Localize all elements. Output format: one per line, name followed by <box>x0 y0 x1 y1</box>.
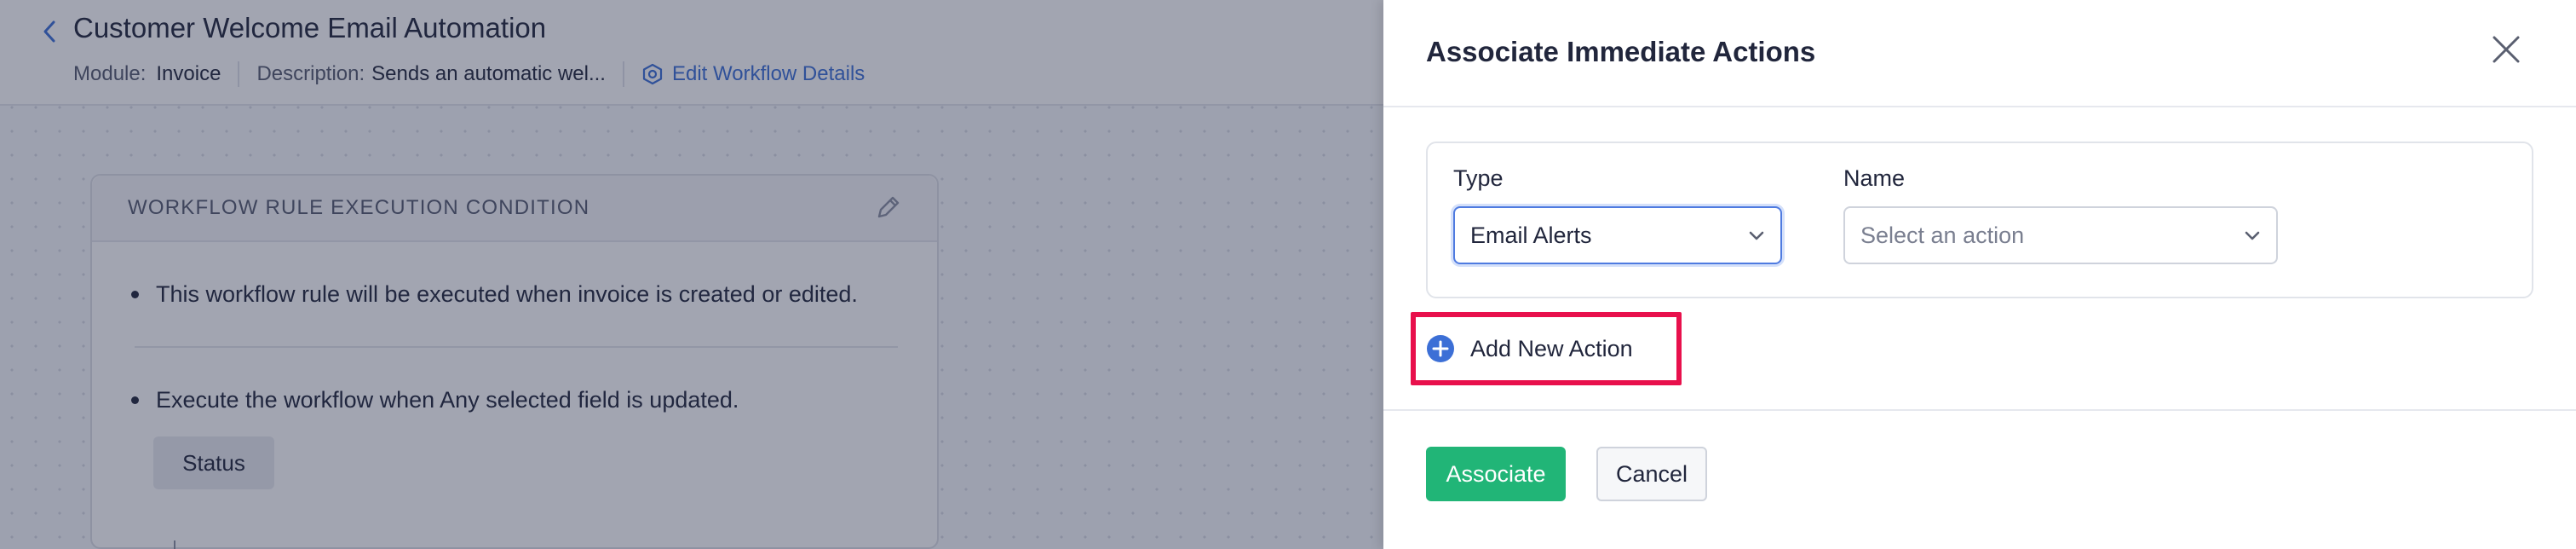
modal-backdrop[interactable] <box>0 0 1383 549</box>
plus-circle-icon <box>1427 335 1454 362</box>
name-select-placeholder: Select an action <box>1860 222 2025 248</box>
chevron-down-icon <box>2245 231 2260 240</box>
add-new-action-button[interactable]: Add New Action <box>1426 331 1633 367</box>
add-new-action-label: Add New Action <box>1470 335 1633 361</box>
associate-actions-panel: Associate Immediate Actions Type Email A… <box>1383 0 2576 549</box>
highlight-box: Add New Action <box>1411 312 1682 385</box>
type-select[interactable]: Email Alerts <box>1453 206 1782 264</box>
panel-title: Associate Immediate Actions <box>1426 36 1816 67</box>
close-icon[interactable] <box>2487 31 2525 68</box>
name-select[interactable]: Select an action <box>1843 206 2278 264</box>
chevron-down-icon <box>1749 231 1764 240</box>
name-label: Name <box>1843 165 1906 191</box>
type-label: Type <box>1453 165 1504 191</box>
action-row: Type Email Alerts Name Select an action <box>1426 142 2533 298</box>
type-select-value: Email Alerts <box>1470 222 1592 248</box>
cancel-button[interactable]: Cancel <box>1596 447 1707 501</box>
associate-button[interactable]: Associate <box>1426 447 1566 501</box>
panel-header: Associate Immediate Actions <box>1383 0 2576 107</box>
footer-divider <box>1383 409 2576 411</box>
